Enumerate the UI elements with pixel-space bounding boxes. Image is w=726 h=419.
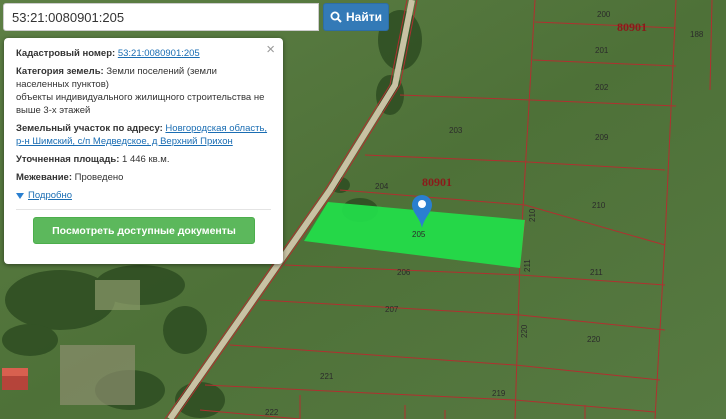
plot-number: 206 — [397, 268, 411, 277]
plot-number: 222 — [265, 408, 279, 417]
plot-number: 207 — [385, 305, 399, 314]
block-label-center: 80901 — [422, 175, 452, 189]
plot-number: 210 — [528, 208, 537, 222]
svg-text:205: 205 — [412, 230, 426, 239]
plot-number: 211 — [523, 259, 532, 272]
view-documents-button[interactable]: Посмотреть доступные документы — [33, 217, 255, 244]
area-value: 1 446 кв.м. — [122, 154, 170, 165]
plot-number: 210 — [592, 201, 606, 210]
caret-down-icon — [16, 192, 24, 199]
plot-number: 204 — [375, 182, 389, 191]
plot-number: 201 — [595, 46, 609, 55]
land-category-label: Категория земель: — [16, 66, 104, 77]
plot-number: 220 — [587, 335, 601, 344]
cadastral-number-row: Кадастровый номер: 53:21:0080901:205 — [16, 47, 271, 60]
survey-label: Межевание: — [16, 172, 72, 183]
plot-number: 200 — [597, 10, 611, 19]
address-label: Земельный участок по адресу: — [16, 123, 163, 134]
plot-number: 220 — [520, 324, 529, 338]
survey-row: Межевание: Проведено — [16, 171, 271, 184]
search-button-label: Найти — [346, 10, 382, 24]
search-button[interactable]: Найти — [323, 3, 389, 31]
land-use-value: объекты индивидуального жилищного строит… — [16, 92, 265, 116]
search-icon — [330, 11, 342, 23]
search-input[interactable] — [3, 3, 319, 31]
block-label-top: 80901 — [617, 20, 647, 34]
plot-number: 202 — [595, 83, 609, 92]
details-link-label: Подробно — [28, 190, 72, 201]
cadastral-number-label: Кадастровый номер: — [16, 48, 116, 59]
details-link[interactable]: Подробно — [16, 189, 271, 202]
parcel-info-popup: × Кадастровый номер: 53:21:0080901:205 К… — [4, 38, 283, 264]
plot-number: 203 — [449, 126, 463, 135]
area-row: Уточненная площадь: 1 446 кв.м. — [16, 153, 271, 166]
close-icon[interactable]: × — [266, 42, 275, 57]
plot-number: 211 — [590, 268, 603, 277]
survey-value: Проведено — [74, 172, 124, 183]
plot-number: 188 — [690, 30, 704, 39]
plot-number: 209 — [595, 133, 609, 142]
address-row: Земельный участок по адресу: Новгородска… — [16, 122, 271, 148]
plot-number: 219 — [492, 389, 506, 398]
plot-number: 221 — [320, 372, 334, 381]
divider — [16, 209, 271, 210]
area-label: Уточненная площадь: — [16, 154, 120, 165]
cadastral-number-link[interactable]: 53:21:0080901:205 — [118, 48, 200, 59]
land-category-row: Категория земель: Земли поселений (земли… — [16, 65, 271, 91]
